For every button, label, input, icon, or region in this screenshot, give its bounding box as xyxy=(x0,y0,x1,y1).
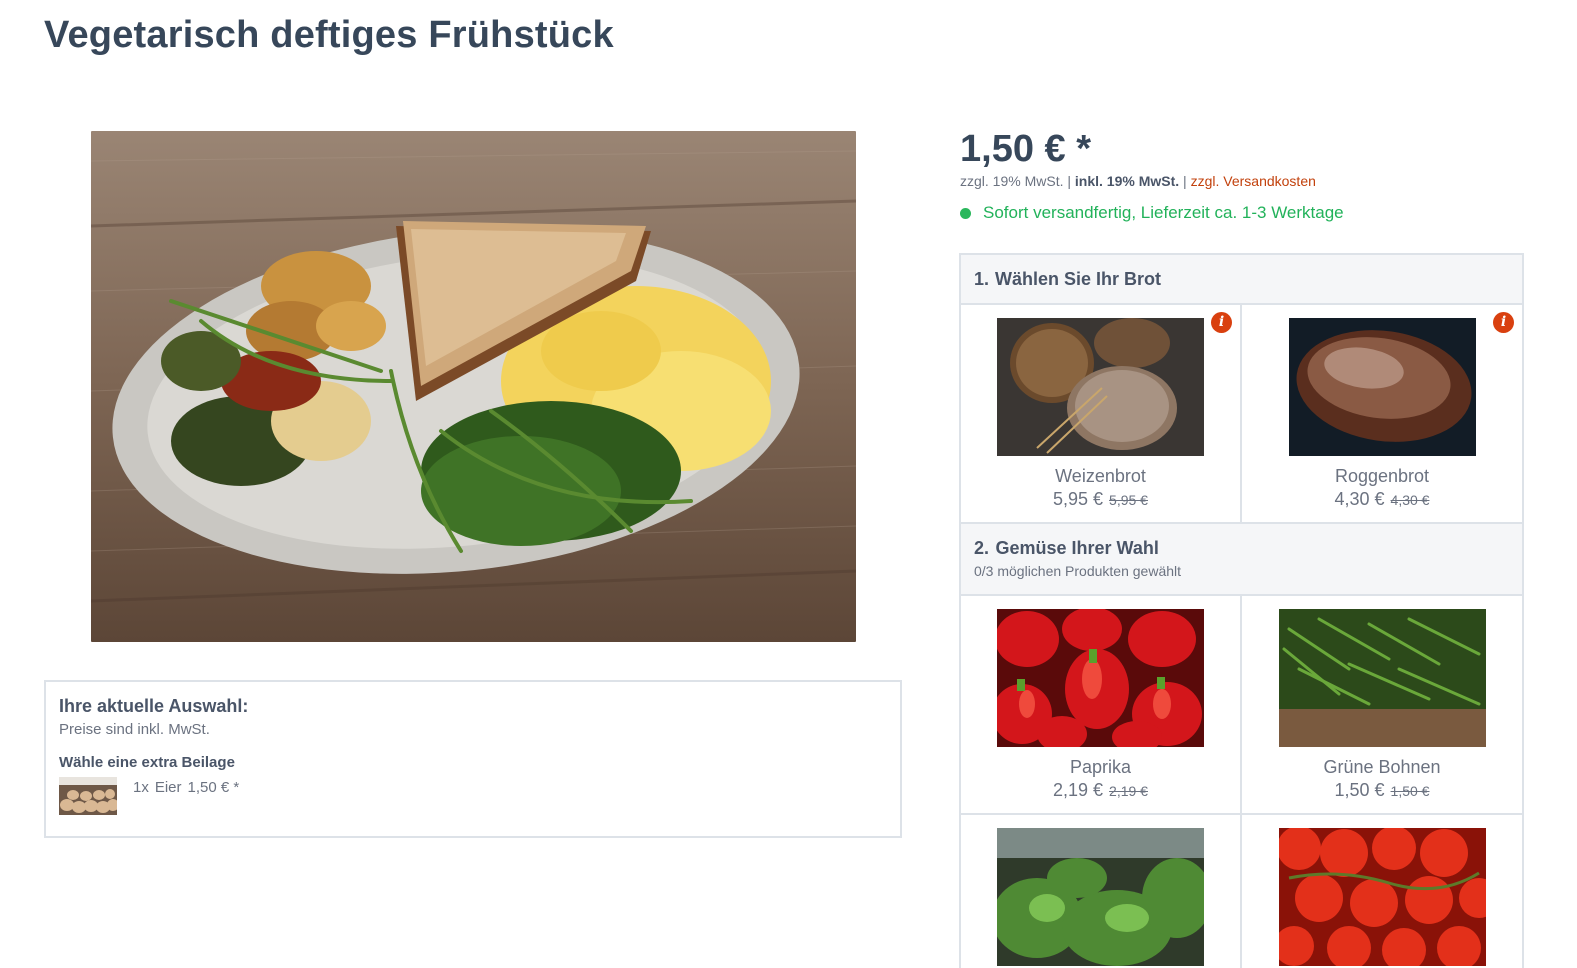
option-price: 2,19 € 2,19 € xyxy=(961,780,1240,801)
green-beans-image xyxy=(1278,609,1486,747)
option-gruene-bohnen[interactable]: Grüne Bohnen 1,50 € 1,50 € xyxy=(1242,596,1522,815)
option-price: 4,30 € 4,30 € xyxy=(1242,489,1522,510)
option-name: Paprika xyxy=(1069,757,1132,777)
breakfast-plate-image xyxy=(91,131,856,642)
info-icon[interactable]: i xyxy=(1493,312,1514,333)
option-old-price: 1,50 € xyxy=(1390,783,1430,799)
selection-price-note: Preise sind inkl. MwSt. xyxy=(59,721,210,738)
option-old-price: 5,95 € xyxy=(1109,492,1148,508)
option-old-price: 2,19 € xyxy=(1109,783,1148,799)
tax-separator: | xyxy=(1183,173,1187,189)
option-current-price: 5,95 € xyxy=(1053,489,1104,509)
option-current-price: 2,19 € xyxy=(1053,780,1104,800)
option-paprika[interactable]: Paprika 2,19 € 2,19 € xyxy=(961,596,1242,815)
group-title: Gemüse Ihrer Wahl xyxy=(995,538,1159,558)
product-image[interactable] xyxy=(91,131,856,642)
shipping-costs-link[interactable]: Versandkosten xyxy=(1223,173,1316,189)
selection-item-qty: 1x xyxy=(133,778,149,796)
product-price: 1,50 € * xyxy=(960,128,1091,170)
eggs-thumbnail xyxy=(59,777,117,815)
selection-item-price: 1,50 € * xyxy=(187,778,240,796)
group-selection-count: 0/3 möglichen Produkten gewählt xyxy=(974,563,1182,579)
tax-excl: zzgl. 19% MwSt. xyxy=(960,173,1064,189)
option-roggenbrot[interactable]: i Roggenbrot 4,30 € 4,30 € xyxy=(1242,305,1522,524)
roggenbrot-image xyxy=(1288,318,1476,456)
page-title: Vegetarisch deftiges Frühstück xyxy=(44,14,614,56)
tax-info: zzgl. 19% MwSt. | inkl. 19% MwSt. | zzgl… xyxy=(960,173,1316,189)
selection-item-name: Eier xyxy=(154,778,182,796)
leafy-greens-image xyxy=(997,828,1204,966)
info-icon[interactable]: i xyxy=(1211,312,1232,333)
selection-item: 1x Eier 1,50 € * xyxy=(59,777,887,815)
option-greens[interactable] xyxy=(961,815,1242,968)
group-number: 1. xyxy=(974,268,990,289)
tax-incl: inkl. 19% MwSt. xyxy=(1074,173,1180,189)
option-name: Roggenbrot xyxy=(1334,466,1430,486)
group-header-bread[interactable]: 1. Wählen Sie Ihr Brot xyxy=(961,255,1522,305)
option-price: 1,50 € 1,50 € xyxy=(1242,780,1522,801)
current-selection-panel: Ihre aktuelle Auswahl: Preise sind inkl.… xyxy=(44,680,902,838)
group-number: 2. xyxy=(974,538,990,558)
option-tomatoes[interactable] xyxy=(1242,815,1522,968)
tax-separator: | xyxy=(1067,173,1072,189)
delivery-text: Sofort versandfertig, Lieferzeit ca. 1-3… xyxy=(983,203,1344,222)
weizenbrot-image xyxy=(997,318,1204,456)
tomatoes-image xyxy=(1278,828,1486,966)
shipping-prefix: zzgl. xyxy=(1190,173,1220,189)
option-name: Grüne Bohnen xyxy=(1323,757,1441,777)
group-header-vegetables[interactable]: 2. Gemüse Ihrer Wahl 0/3 möglichen Produ… xyxy=(961,524,1522,596)
option-old-price: 4,30 € xyxy=(1390,492,1430,508)
group-title: Wählen Sie Ihr Brot xyxy=(995,268,1162,289)
paprika-image xyxy=(997,609,1204,747)
option-price: 5,95 € 5,95 € xyxy=(961,489,1240,510)
delivery-status: Sofort versandfertig, Lieferzeit ca. 1-3… xyxy=(960,203,1344,223)
product-configurator: 1. Wählen Sie Ihr Brot i Weizenbrot 5,95… xyxy=(959,253,1524,968)
status-dot-icon xyxy=(960,207,971,219)
option-name: Weizenbrot xyxy=(1055,466,1146,486)
option-current-price: 4,30 € xyxy=(1334,489,1385,509)
option-weizenbrot[interactable]: i Weizenbrot 5,95 € 5,95 € xyxy=(961,305,1242,524)
selection-group-label: Wähle eine extra Beilage xyxy=(59,754,235,771)
option-current-price: 1,50 € xyxy=(1334,780,1385,800)
selection-title: Ihre aktuelle Auswahl: xyxy=(59,696,249,716)
